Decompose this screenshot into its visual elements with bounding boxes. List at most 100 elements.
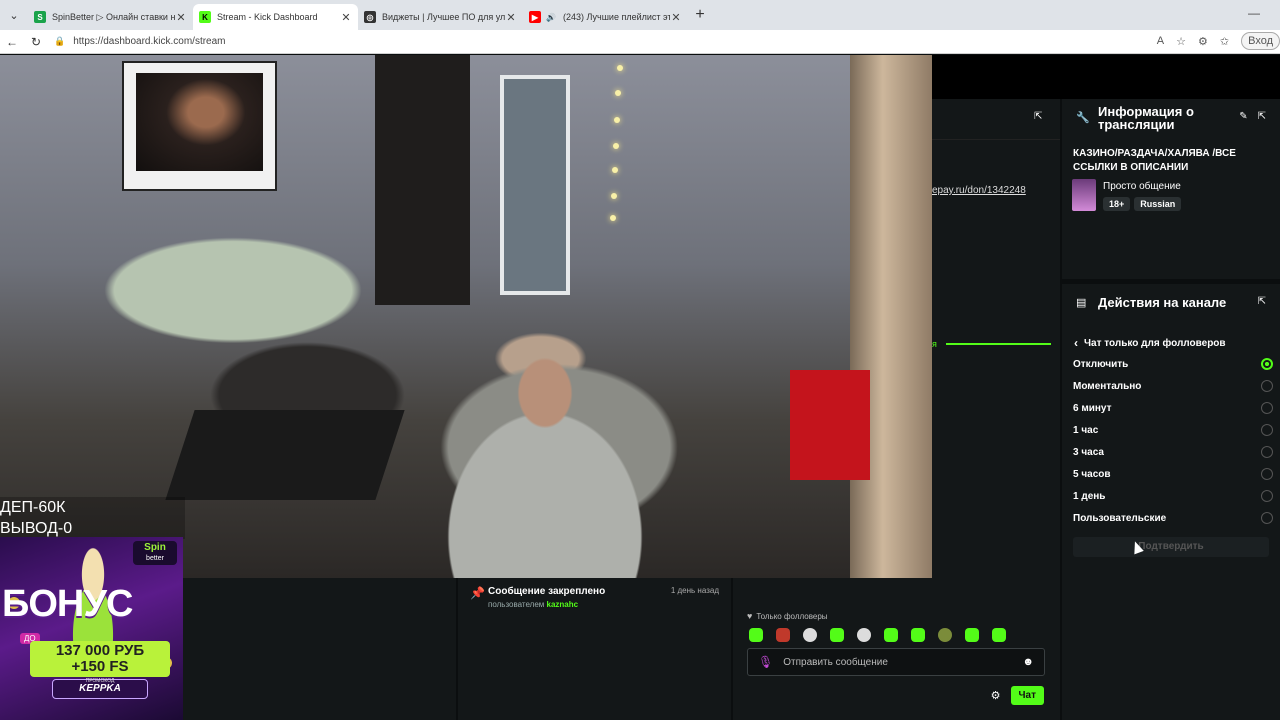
browser-tab-youtube[interactable]: ▶ 🔊 (243) Лучшие плейлист этого ✕ xyxy=(523,4,688,30)
video-table xyxy=(165,410,405,500)
close-tab-icon[interactable]: ✕ xyxy=(670,11,682,24)
emote-icon[interactable] xyxy=(992,628,1006,642)
option-1day[interactable]: 1 день xyxy=(1073,490,1273,502)
close-tab-icon[interactable]: ✕ xyxy=(175,11,187,24)
green-progress-bar xyxy=(946,343,1051,345)
new-tab-button[interactable]: + xyxy=(688,6,712,24)
spinbetter-favicon-icon: S xyxy=(34,11,46,23)
option-label: Моментально xyxy=(1073,380,1142,392)
donation-link[interactable]: epay.ru/don/1342248 xyxy=(932,185,1026,196)
kick-dashboard: ДЕП-60К ВЫВОД-0 Spin better БОНУС ДО 137… xyxy=(0,55,1280,720)
promo-line-2: ВЫВОД-0 xyxy=(0,520,73,537)
edit-icon[interactable]: ✎ xyxy=(1239,111,1247,122)
video-light xyxy=(617,65,623,71)
minimize-icon[interactable]: — xyxy=(1248,6,1260,20)
chevron-left-icon: ‹ xyxy=(1074,336,1078,350)
logo-top: Spin xyxy=(144,542,166,553)
browser-tab-widgets[interactable]: ◎ Виджеты | Лучшее ПО для улучшения ✕ xyxy=(358,4,523,30)
close-tab-icon[interactable]: ✕ xyxy=(505,11,517,24)
video-light xyxy=(610,215,616,221)
followers-only-label: Только фолловеры xyxy=(756,611,828,621)
radio[interactable] xyxy=(1261,490,1273,502)
radio[interactable] xyxy=(1261,468,1273,480)
emote-icon[interactable] xyxy=(803,628,817,642)
tab-menu-icon[interactable]: ⌄ xyxy=(0,0,28,30)
popout-icon[interactable]: ⇱ xyxy=(1258,111,1266,122)
emote-icon[interactable] xyxy=(830,628,844,642)
category-row: Просто общение 18+ Russian xyxy=(1072,179,1182,211)
favorite-star-icon[interactable]: ☆ xyxy=(1176,35,1186,48)
emote-icon[interactable] xyxy=(965,628,979,642)
emote-icon[interactable] xyxy=(857,628,871,642)
reload-icon[interactable]: ↻ xyxy=(24,35,48,49)
pinned-by-user[interactable]: kaznahc xyxy=(547,600,579,609)
video-streamer xyxy=(395,345,695,578)
lock-icon: 🔒 xyxy=(54,36,66,46)
emote-icon[interactable] xyxy=(884,628,898,642)
emote-icon[interactable] xyxy=(938,628,952,642)
favorites-icon[interactable]: ✩ xyxy=(1220,35,1229,48)
emote-icon[interactable] xyxy=(749,628,763,642)
option-off[interactable]: Отключить xyxy=(1073,358,1273,370)
microphone-icon[interactable]: 🎙 xyxy=(758,655,773,669)
confirm-button[interactable]: Подтвердить xyxy=(1073,537,1269,557)
channel-actions-title: Действия на канале xyxy=(1098,295,1227,310)
option-custom[interactable]: Пользовательские xyxy=(1073,512,1273,524)
option-instant[interactable]: Моментально xyxy=(1073,380,1273,392)
option-6min[interactable]: 6 минут xyxy=(1073,402,1273,414)
radio[interactable] xyxy=(1261,380,1273,392)
emoji-icon[interactable]: ☻ xyxy=(1022,656,1034,668)
tab-title: Stream - Kick Dashboard xyxy=(217,12,318,22)
browser-tab-kick[interactable]: K Stream - Kick Dashboard ✕ xyxy=(193,4,358,30)
category-thumbnail xyxy=(1072,179,1096,211)
emote-icon[interactable] xyxy=(776,628,790,642)
pinned-by-prefix: пользователем xyxy=(488,600,545,609)
followers-only-back[interactable]: ‹ Чат только для фолловеров xyxy=(1074,336,1226,350)
category-name[interactable]: Просто общение xyxy=(1103,181,1181,192)
pin-icon: 📌 xyxy=(470,586,485,600)
extension-icon[interactable]: ⚙ xyxy=(1198,35,1208,48)
emote-bar xyxy=(749,628,1006,642)
promo-deposit-text: ДЕП-60К ВЫВОД-0 xyxy=(0,497,185,539)
popout-icon[interactable]: ⇱ xyxy=(1258,296,1266,307)
radio[interactable] xyxy=(1261,402,1273,414)
radio[interactable] xyxy=(1261,446,1273,458)
option-label: Пользовательские xyxy=(1073,512,1167,524)
login-button[interactable]: Вход xyxy=(1241,32,1280,50)
tab-title: SpinBetter ▷ Онлайн ставки на спорт xyxy=(52,11,175,22)
gear-icon[interactable]: ⚙ xyxy=(991,689,1001,702)
browser-tab-spinbetter[interactable]: S SpinBetter ▷ Онлайн ставки на спорт ✕ xyxy=(28,4,193,30)
close-tab-icon[interactable]: ✕ xyxy=(340,11,352,24)
youtube-favicon-icon: ▶ xyxy=(529,11,541,23)
radio-selected[interactable] xyxy=(1261,358,1273,370)
option-3hours[interactable]: 3 часа xyxy=(1073,446,1273,458)
url-field[interactable]: 🔒 https://dashboard.kick.com/stream xyxy=(54,36,226,47)
option-1hour[interactable]: 1 час xyxy=(1073,424,1273,436)
logo-bottom: better xyxy=(146,555,164,562)
browser-tab-bar: ⌄ S SpinBetter ▷ Онлайн ставки на спорт … xyxy=(0,0,1280,30)
tab-title: Виджеты | Лучшее ПО для улучшения xyxy=(382,12,505,22)
emote-icon[interactable] xyxy=(911,628,925,642)
video-picture-frame xyxy=(122,61,277,191)
stream-info-card: 🔧 Информация о трансляции ✎ ⇱ КАЗИНО/РАЗ… xyxy=(1062,99,1280,279)
language-badge: Russian xyxy=(1134,197,1182,211)
read-aloud-icon[interactable]: A xyxy=(1157,35,1164,47)
top-strip xyxy=(932,55,1280,99)
video-light xyxy=(612,167,618,173)
radio[interactable] xyxy=(1261,512,1273,524)
kick-favicon-icon: K xyxy=(199,11,211,23)
channel-actions-card: ▤ Действия на канале ⇱ ‹ Чат только для … xyxy=(1062,284,1280,720)
tab-title: (243) Лучшие плейлист этого xyxy=(563,12,670,22)
chat-message-input[interactable]: 🎙 Отправить сообщение ☻ xyxy=(747,648,1045,676)
wrench-icon: 🔧 xyxy=(1076,112,1090,124)
speaker-icon[interactable]: 🔊 xyxy=(545,11,557,23)
option-label: 1 день xyxy=(1073,490,1106,502)
send-chat-button[interactable]: Чат xyxy=(1010,686,1044,705)
video-light xyxy=(613,143,619,149)
radio[interactable] xyxy=(1261,424,1273,436)
option-5hours[interactable]: 5 часов xyxy=(1073,468,1273,480)
popout-icon[interactable]: ⇱ xyxy=(1034,111,1046,123)
back-icon[interactable]: ← xyxy=(0,35,24,49)
promo-banner: Spin better БОНУС ДО 137 000 РУБ +150 FS… xyxy=(0,537,183,720)
bottom-panel-empty xyxy=(183,578,456,720)
